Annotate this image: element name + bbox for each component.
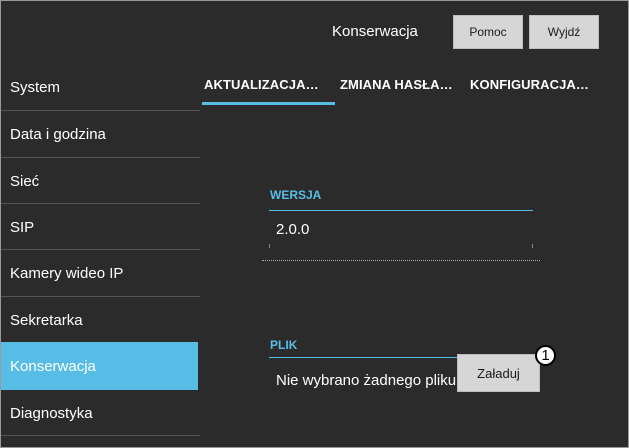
help-button[interactable]: Pomoc bbox=[453, 15, 523, 49]
sidebar-item-label: Sekretarka bbox=[10, 311, 83, 329]
sidebar-item-sip[interactable]: SIP bbox=[1, 204, 198, 250]
exit-button[interactable]: Wyjdź bbox=[529, 15, 599, 49]
sidebar-item-network[interactable]: Sieć bbox=[1, 158, 198, 204]
sidebar-item-label: System bbox=[10, 78, 61, 96]
callout-marker: 1 bbox=[535, 345, 556, 366]
sidebar-item-label: Konserwacja bbox=[10, 357, 96, 375]
active-tab-indicator bbox=[202, 102, 335, 105]
sidebar-item-ip-cameras[interactable]: Kamery wideo IP bbox=[1, 250, 198, 296]
section-divider bbox=[262, 260, 540, 261]
version-label: WERSJA bbox=[270, 188, 322, 202]
page-title: Konserwacja bbox=[332, 23, 418, 40]
sidebar-item-date-time[interactable]: Data i godzina bbox=[1, 111, 198, 157]
tab-change-password[interactable]: ZMIANA HASŁA… bbox=[340, 64, 453, 104]
sidebar-divider bbox=[1, 435, 200, 436]
version-value: 2.0.0 bbox=[276, 221, 310, 238]
main-content: AKTUALIZACJA… ZMIANA HASŁA… KONFIGURACJA… bbox=[200, 64, 628, 447]
file-status: Nie wybrano żadnego pliku bbox=[276, 372, 457, 389]
tab-bar: AKTUALIZACJA… ZMIANA HASŁA… KONFIGURACJA… bbox=[200, 64, 628, 105]
upload-button[interactable]: Załaduj bbox=[457, 354, 540, 392]
sidebar-item-diagnostics[interactable]: Diagnostyka bbox=[1, 390, 198, 436]
app-window: Konserwacja Pomoc Wyjdź System Data i go… bbox=[0, 0, 629, 448]
sidebar: System Data i godzina Sieć SIP Kamery wi… bbox=[1, 64, 200, 447]
sidebar-item-label: Diagnostyka bbox=[10, 404, 93, 422]
top-bar: Konserwacja Pomoc Wyjdź bbox=[1, 1, 628, 64]
sidebar-item-answering-machine[interactable]: Sekretarka bbox=[1, 297, 198, 343]
sidebar-item-system[interactable]: System bbox=[1, 64, 198, 110]
sidebar-item-maintenance[interactable]: Konserwacja bbox=[1, 342, 198, 390]
version-underline bbox=[269, 210, 533, 211]
sidebar-item-label: Kamery wideo IP bbox=[10, 264, 124, 282]
file-label: PLIK bbox=[270, 338, 298, 352]
field-tick bbox=[532, 244, 533, 248]
tab-update[interactable]: AKTUALIZACJA… bbox=[204, 64, 319, 104]
sidebar-item-label: Data i godzina bbox=[10, 125, 106, 143]
sidebar-item-label: SIP bbox=[10, 218, 35, 236]
tab-configuration[interactable]: KONFIGURACJA… bbox=[470, 64, 589, 104]
sidebar-item-label: Sieć bbox=[10, 172, 40, 190]
field-tick bbox=[269, 244, 270, 248]
